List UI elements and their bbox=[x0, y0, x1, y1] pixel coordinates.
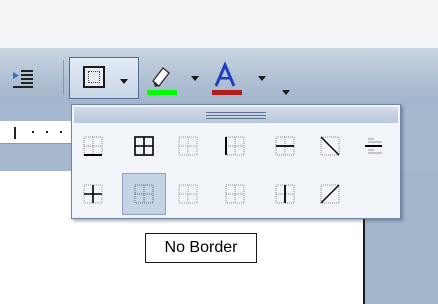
chevron-down-icon[interactable] bbox=[120, 79, 128, 84]
no-border-icon bbox=[134, 184, 154, 204]
increase-indent-icon bbox=[13, 70, 33, 88]
increase-indent-button[interactable] bbox=[10, 64, 36, 92]
top-border-icon bbox=[178, 136, 198, 156]
bottom-border-option[interactable] bbox=[76, 129, 110, 163]
diagonal-up-border-icon bbox=[320, 184, 340, 204]
panel-drag-handle[interactable] bbox=[74, 107, 398, 123]
borders-button[interactable] bbox=[69, 57, 139, 99]
title-area bbox=[0, 0, 438, 48]
toolbar-options-chevron-icon[interactable] bbox=[282, 90, 290, 95]
inside-horizontal-border-option[interactable] bbox=[268, 129, 302, 163]
left-border-icon bbox=[225, 136, 245, 156]
ruler-tick bbox=[46, 131, 48, 133]
ruler-tick bbox=[60, 131, 62, 133]
no-border-icon bbox=[83, 66, 105, 88]
inside-vertical-border-option[interactable] bbox=[268, 177, 302, 211]
borders-dropdown-panel bbox=[71, 104, 401, 219]
top-border-option[interactable] bbox=[171, 129, 205, 163]
horizontal-line-option[interactable] bbox=[356, 129, 390, 163]
chevron-down-icon[interactable] bbox=[191, 76, 199, 81]
horizontal-line-icon bbox=[365, 138, 382, 154]
toolbar-separator bbox=[63, 60, 64, 94]
outside-borders-option[interactable] bbox=[171, 177, 205, 211]
all-borders-icon bbox=[134, 136, 154, 156]
right-border-icon bbox=[225, 184, 245, 204]
inside-horizontal-border-icon bbox=[275, 136, 295, 156]
inside-vertical-border-icon bbox=[275, 184, 295, 204]
diagonal-down-border-icon bbox=[320, 136, 340, 156]
tooltip: No Border bbox=[145, 233, 257, 263]
horizontal-ruler bbox=[0, 121, 80, 144]
chevron-down-icon[interactable] bbox=[258, 76, 266, 81]
no-border-option[interactable] bbox=[122, 173, 166, 215]
outside-borders-icon bbox=[178, 184, 198, 204]
left-border-option[interactable] bbox=[218, 129, 252, 163]
ruler-tick bbox=[32, 131, 34, 133]
right-border-option[interactable] bbox=[218, 177, 252, 211]
bottom-border-icon bbox=[83, 136, 103, 156]
inside-borders-icon bbox=[83, 184, 103, 204]
ruler-indent-marker bbox=[14, 127, 16, 139]
inside-borders-option[interactable] bbox=[76, 177, 110, 211]
tooltip-text: No Border bbox=[164, 239, 238, 256]
diagonal-up-border-option[interactable] bbox=[313, 177, 347, 211]
diagonal-down-border-option[interactable] bbox=[313, 129, 347, 163]
all-borders-option[interactable] bbox=[127, 129, 161, 163]
